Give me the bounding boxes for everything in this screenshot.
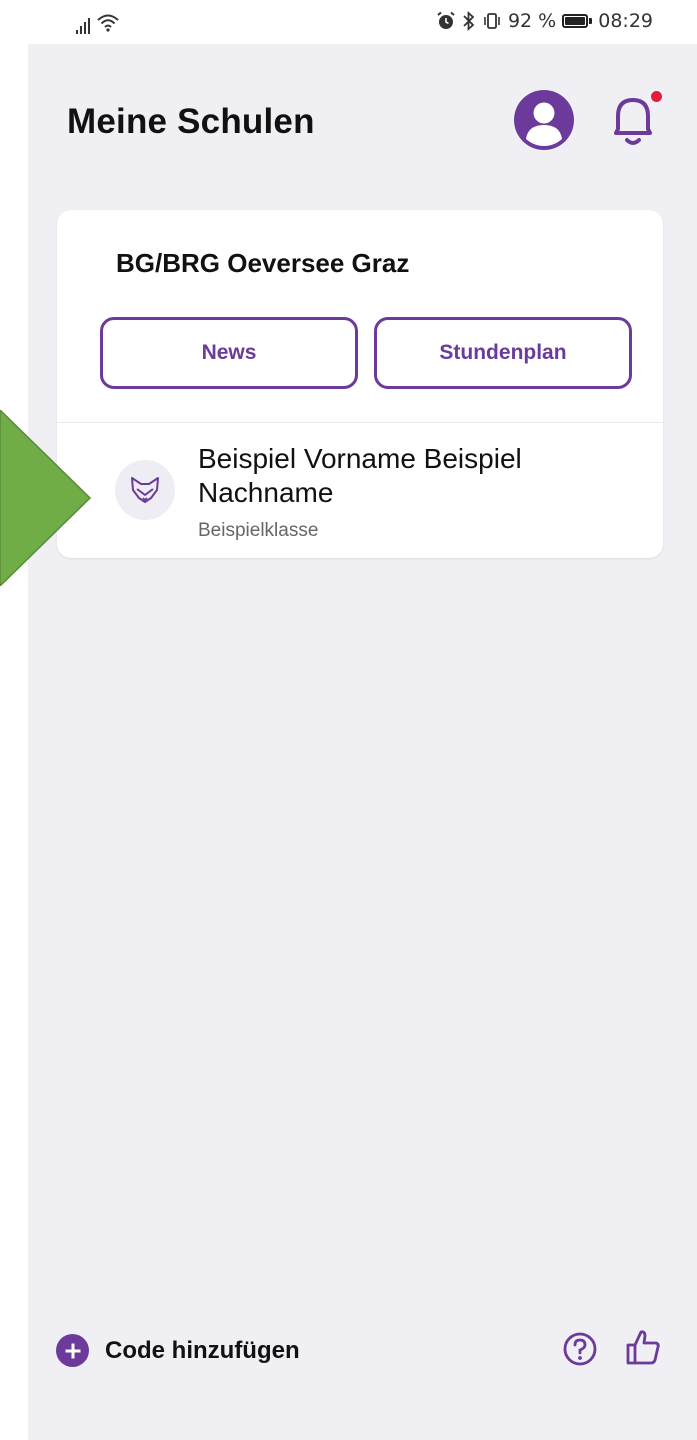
status-bar: 92 % 08:29 bbox=[0, 0, 697, 44]
clock: 08:29 bbox=[598, 10, 653, 32]
status-bar-left bbox=[76, 10, 120, 34]
vibrate-icon bbox=[482, 10, 502, 32]
add-code-label: Code hinzufügen bbox=[105, 1336, 300, 1364]
signal-icon bbox=[76, 16, 90, 34]
news-button[interactable]: News bbox=[100, 317, 358, 389]
add-code-button[interactable]: Code hinzufügen bbox=[56, 1334, 300, 1367]
student-avatar[interactable] bbox=[115, 460, 175, 520]
page-title: Meine Schulen bbox=[67, 102, 315, 141]
wifi-icon bbox=[96, 12, 120, 34]
profile-icon bbox=[526, 102, 562, 146]
status-bar-right: 92 % 08:29 bbox=[436, 10, 653, 32]
student-class: Beispielklasse bbox=[198, 520, 319, 541]
plus-icon bbox=[56, 1334, 89, 1367]
school-name: BG/BRG Oeversee Graz bbox=[116, 248, 410, 278]
battery-icon bbox=[562, 14, 593, 28]
card-divider bbox=[57, 422, 663, 423]
help-button[interactable] bbox=[562, 1331, 598, 1367]
student-name[interactable]: Beispiel Vorname Beispiel Nachname bbox=[198, 442, 638, 510]
profile-button[interactable] bbox=[514, 90, 574, 150]
alarm-icon bbox=[436, 10, 456, 32]
timetable-button[interactable]: Stundenplan bbox=[374, 317, 632, 389]
fox-icon bbox=[131, 477, 159, 503]
bluetooth-icon bbox=[462, 10, 476, 32]
app-screen: Meine Schulen BG/BRG Oeversee Graz News … bbox=[28, 44, 697, 1440]
pointer-arrow-icon bbox=[0, 410, 92, 586]
feedback-button[interactable] bbox=[625, 1328, 661, 1366]
thumbs-up-icon bbox=[626, 1330, 660, 1365]
notification-badge bbox=[649, 89, 664, 104]
help-icon bbox=[563, 1332, 597, 1366]
school-card: BG/BRG Oeversee Graz News Stundenplan Be… bbox=[57, 210, 663, 558]
battery-percent: 92 % bbox=[507, 10, 557, 32]
